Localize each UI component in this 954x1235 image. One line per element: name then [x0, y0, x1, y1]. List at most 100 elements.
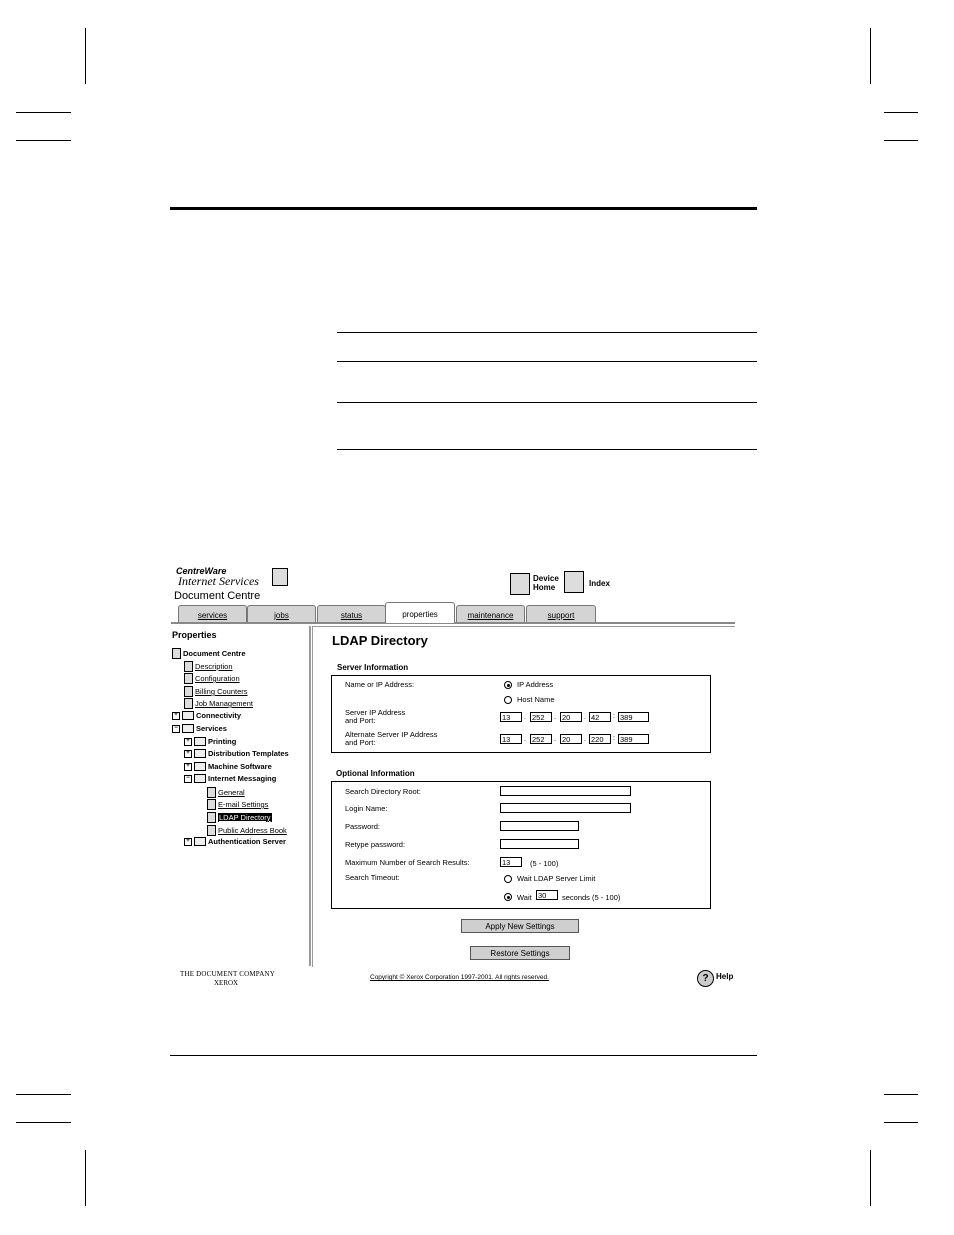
page-icon: [184, 673, 193, 684]
crop-mark: [884, 140, 918, 141]
tree-item-connectivity[interactable]: + Connectivity: [172, 711, 241, 720]
password-input[interactable]: [500, 821, 579, 831]
search-root-label: Search Directory Root:: [345, 787, 421, 796]
crop-mark: [85, 28, 86, 84]
device-icon: [172, 648, 181, 659]
tree-item-general[interactable]: General: [207, 787, 245, 798]
tab-jobs[interactable]: jobs: [247, 605, 316, 623]
max-results-label: Maximum Number of Search Results:: [345, 858, 470, 867]
tree-item-email-settings[interactable]: E-mail Settings: [207, 799, 268, 810]
wait-server-limit-option: Wait LDAP Server Limit: [517, 874, 596, 883]
password-label: Password:: [345, 822, 381, 831]
tree-item-public-address-book[interactable]: Public Address Book: [207, 825, 287, 836]
index-icon[interactable]: [564, 571, 584, 593]
tree-item-job-management[interactable]: Job Management: [184, 698, 253, 709]
page-icon: [207, 825, 216, 836]
brand-line2: Internet Services: [178, 574, 259, 588]
ip-separator: .: [524, 714, 526, 721]
ip-separator: .: [524, 736, 526, 743]
tree-item-label: Internet Messaging: [208, 774, 277, 783]
alt-ip-octet-2[interactable]: 252: [530, 734, 552, 744]
crop-mark: [85, 1150, 86, 1206]
wait-server-limit-radio[interactable]: [504, 875, 512, 883]
xerox-logo: XEROX: [214, 979, 239, 987]
index-link[interactable]: Index: [589, 579, 610, 588]
server-port-input[interactable]: 389: [618, 712, 649, 722]
device-home-icon[interactable]: [510, 573, 530, 595]
tree-item-authentication-server[interactable]: + Authentication Server: [184, 837, 286, 846]
expand-plus-icon[interactable]: +: [184, 837, 192, 846]
tree-item-billing-counters[interactable]: Billing Counters: [184, 686, 248, 697]
tab-maintenance[interactable]: maintenance: [456, 605, 525, 623]
folder-icon: [194, 762, 206, 771]
device-name: Document Centre: [174, 590, 261, 602]
device-home-link[interactable]: Device Home: [533, 574, 559, 592]
ip-address-option: IP Address: [517, 680, 554, 689]
tree-item-printing[interactable]: + Printing: [184, 737, 236, 746]
crop-mark: [884, 1122, 918, 1123]
ip-separator: .: [584, 736, 586, 743]
alt-ip-label-line2: and Port:: [345, 738, 376, 747]
restore-settings-button[interactable]: Restore Settings: [470, 946, 570, 960]
tree-item-label: General: [218, 788, 245, 797]
apply-settings-button[interactable]: Apply New Settings: [461, 919, 579, 933]
device-home-line1: Device: [533, 574, 559, 583]
alt-ip-octet-4[interactable]: 220: [589, 734, 611, 744]
tree-root[interactable]: Document Centre: [172, 648, 246, 659]
ldap-screenshot: CentreWare Internet Services Document Ce…: [171, 563, 735, 993]
tree-item-distribution-templates[interactable]: + Distribution Templates: [184, 749, 289, 758]
search-root-input[interactable]: [500, 786, 631, 796]
tree-item-services[interactable]: − Services: [172, 724, 227, 733]
crop-mark: [884, 1094, 918, 1095]
page-title: LDAP Directory: [332, 633, 428, 648]
tree-item-description[interactable]: Description: [184, 661, 233, 672]
device-home-line2: Home: [533, 583, 556, 592]
host-name-radio[interactable]: [504, 696, 512, 704]
tree-item-internet-messaging[interactable]: − Internet Messaging: [184, 774, 276, 783]
collapse-minus-icon[interactable]: −: [184, 774, 192, 783]
server-logo-icon: [272, 568, 288, 586]
wait-seconds-input[interactable]: 30: [536, 890, 558, 900]
login-name-input[interactable]: [500, 803, 631, 813]
tree-item-machine-software[interactable]: + Machine Software: [184, 762, 272, 771]
alt-ip-octet-1[interactable]: 13: [500, 734, 522, 744]
help-icon[interactable]: ?: [697, 970, 714, 987]
ip-separator: .: [554, 714, 556, 721]
alt-ip-octet-3[interactable]: 20: [560, 734, 582, 744]
max-results-input[interactable]: 13: [500, 857, 522, 867]
crop-mark: [16, 140, 71, 141]
page-icon: [207, 799, 216, 810]
folder-icon: [182, 724, 194, 733]
tree-title: Properties: [172, 630, 217, 640]
server-ip-octet-4[interactable]: 42: [589, 712, 611, 722]
ip-address-radio[interactable]: [504, 681, 512, 689]
help-link[interactable]: Help: [716, 972, 733, 981]
tab-properties[interactable]: properties: [385, 602, 455, 623]
tree-item-configuration[interactable]: Configuration: [184, 673, 240, 684]
tree-item-label: Billing Counters: [195, 687, 248, 696]
server-ip-octet-2[interactable]: 252: [530, 712, 552, 722]
collapse-minus-icon[interactable]: −: [172, 724, 180, 733]
server-ip-octet-1[interactable]: 13: [500, 712, 522, 722]
expand-plus-icon[interactable]: +: [172, 711, 180, 720]
copyright-link[interactable]: Copyright © Xerox Corporation 1997-2001.…: [370, 974, 549, 981]
tab-support[interactable]: support: [526, 605, 596, 623]
expand-plus-icon[interactable]: +: [184, 737, 192, 746]
folder-icon: [194, 837, 206, 846]
folder-icon: [194, 737, 206, 746]
wait-seconds-suffix: seconds (5 - 100): [562, 893, 621, 902]
tree-item-ldap-directory[interactable]: LDAP Directory: [207, 812, 272, 823]
port-separator: :: [613, 735, 615, 742]
expand-plus-icon[interactable]: +: [184, 762, 192, 771]
tab-status[interactable]: status: [317, 605, 386, 623]
alt-port-input[interactable]: 389: [618, 734, 649, 744]
expand-plus-icon[interactable]: +: [184, 749, 192, 758]
tab-services[interactable]: services: [178, 605, 247, 623]
ldap-settings-panel: LDAP Directory Server Information Name o…: [312, 626, 735, 967]
wait-seconds-radio[interactable]: [504, 893, 512, 901]
tab-bar: services jobs status properties maintena…: [171, 602, 735, 623]
server-ip-octet-3[interactable]: 20: [560, 712, 582, 722]
retype-password-input[interactable]: [500, 839, 579, 849]
timeout-label: Search Timeout:: [345, 873, 400, 882]
properties-tree: Properties Document Centre Description C…: [171, 626, 311, 966]
